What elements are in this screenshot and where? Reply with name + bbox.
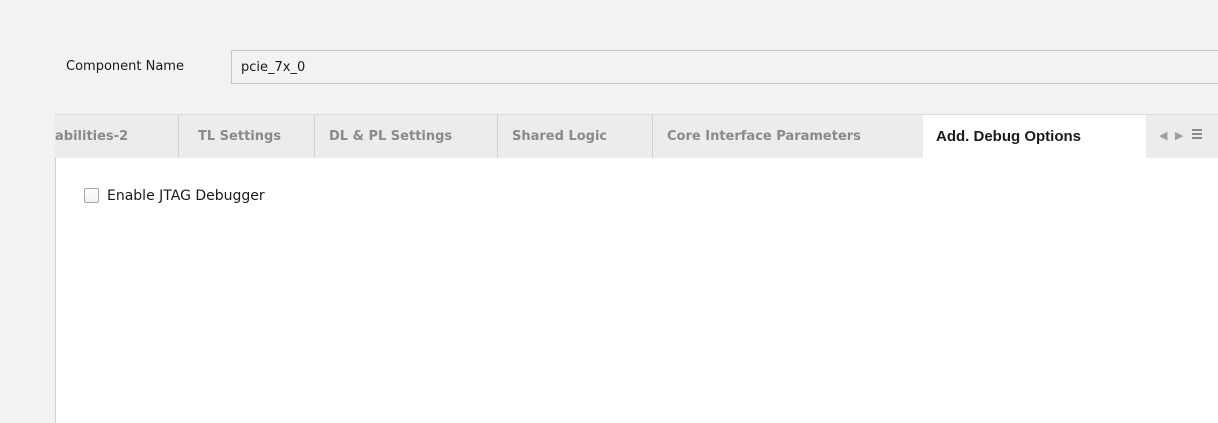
tab-capabilities-2[interactable]: abilities-2 xyxy=(55,115,179,159)
component-name-label: Component Name xyxy=(66,59,184,74)
tab-label: Shared Logic xyxy=(512,129,608,144)
tab-label: TL Settings xyxy=(198,129,282,144)
tab-shared-logic[interactable]: Shared Logic xyxy=(498,115,653,159)
enable-jtag-debugger-checkbox[interactable] xyxy=(84,188,99,203)
chevron-right-icon[interactable]: ▶ xyxy=(1175,129,1183,143)
tab-label: Add. Debug Options xyxy=(936,128,1081,145)
menu-icon[interactable] xyxy=(1192,129,1204,141)
tab-label: Core Interface Parameters xyxy=(667,129,861,144)
chevron-left-icon[interactable]: ◀ xyxy=(1159,129,1167,143)
tab-content-panel: Enable JTAG Debugger xyxy=(55,158,1218,423)
tab-add-debug-options[interactable]: Add. Debug Options xyxy=(923,115,1146,159)
tab-label: abilities-2 xyxy=(55,129,129,144)
tab-label: DL & PL Settings xyxy=(329,129,453,144)
tab-tl-settings[interactable]: TL Settings xyxy=(179,115,315,159)
tab-dl-pl-settings[interactable]: DL & PL Settings xyxy=(315,115,498,159)
component-name-row: Component Name xyxy=(66,50,1218,86)
tab-bar: abilities-2 TL Settings DL & PL Settings… xyxy=(55,114,1218,159)
tab-core-interface-parameters[interactable]: Core Interface Parameters xyxy=(653,115,923,159)
component-name-input[interactable] xyxy=(231,50,1218,84)
enable-jtag-debugger-label: Enable JTAG Debugger xyxy=(107,188,265,204)
